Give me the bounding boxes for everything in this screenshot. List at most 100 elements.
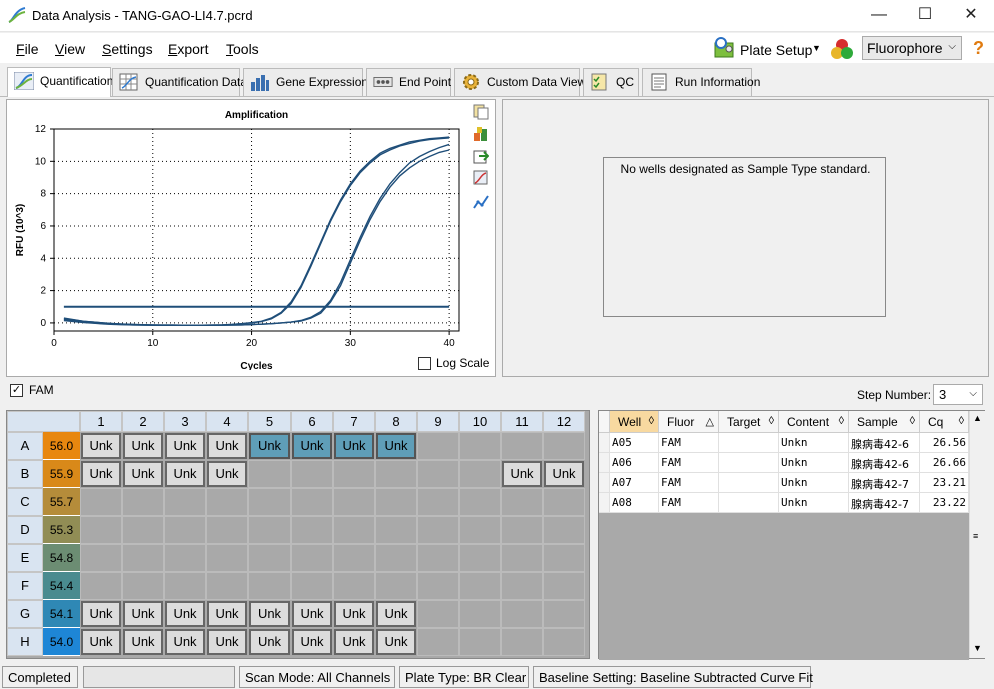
sort-icon[interactable]: △ <box>706 415 714 428</box>
plate-well-empty[interactable] <box>543 600 585 628</box>
plate-well-empty[interactable] <box>333 572 375 600</box>
plate-well[interactable]: Unk <box>334 601 374 627</box>
tab-quantification-data[interactable]: Quantification Data <box>112 68 247 96</box>
sort-icon[interactable]: ◊ <box>769 415 774 427</box>
tab-qc[interactable]: QC <box>583 68 639 96</box>
plate-well[interactable]: Unk <box>334 629 374 655</box>
export-icon[interactable] <box>473 148 489 164</box>
column-header[interactable]: 8 <box>375 411 417 432</box>
column-header[interactable]: 12 <box>543 411 585 432</box>
menu-view[interactable]: View <box>55 41 85 57</box>
plate-well-empty[interactable] <box>543 628 585 656</box>
row-selector[interactable] <box>599 493 610 513</box>
plate-well[interactable]: Unk <box>123 433 163 459</box>
tab-run-information[interactable]: Run Information <box>642 68 760 96</box>
plate-well-empty[interactable] <box>501 572 543 600</box>
plate-well[interactable]: Unk <box>123 629 163 655</box>
plate-well[interactable]: Unk <box>249 601 290 627</box>
plate-well-empty[interactable] <box>248 516 291 544</box>
log-scale-toggle[interactable]: Log Scale <box>418 356 489 370</box>
plate-well-empty[interactable] <box>291 488 333 516</box>
plate-well-empty[interactable] <box>206 488 248 516</box>
plate-well[interactable]: Unk <box>292 601 332 627</box>
tab-quantification[interactable]: Quantification <box>7 67 113 97</box>
plate-well-empty[interactable] <box>375 572 417 600</box>
copy-icon[interactable] <box>473 104 489 120</box>
row-header[interactable]: E <box>7 544 43 572</box>
plate-well-empty[interactable] <box>206 544 248 572</box>
table-cell[interactable]: FAM <box>659 473 719 493</box>
plate-well-empty[interactable] <box>80 572 122 600</box>
row-selector[interactable] <box>599 433 610 453</box>
table-cell[interactable]: 腺病毒42-7 <box>849 493 920 513</box>
plate-well-empty[interactable] <box>459 628 501 656</box>
plate-well-empty[interactable] <box>459 488 501 516</box>
plate-well-empty[interactable] <box>206 516 248 544</box>
plate-well-empty[interactable] <box>459 460 501 488</box>
menu-settings[interactable]: Settings <box>102 41 153 57</box>
plate-well-empty[interactable] <box>80 488 122 516</box>
scroll-thumb-icon[interactable]: ≡ <box>973 531 978 541</box>
table-cell[interactable]: Unkn <box>779 473 849 493</box>
plate-well-empty[interactable] <box>543 432 585 460</box>
close-button[interactable]: ✕ <box>948 0 994 31</box>
plate-well[interactable]: Unk <box>207 433 247 459</box>
sort-icon[interactable]: ◊ <box>649 415 654 427</box>
plate-well-empty[interactable] <box>417 628 459 656</box>
table-cell[interactable]: Unkn <box>779 453 849 473</box>
table-cell[interactable]: FAM <box>659 493 719 513</box>
plate-well-empty[interactable] <box>333 460 375 488</box>
table-cell[interactable]: 26.66 <box>920 453 969 473</box>
plate-well[interactable]: Unk <box>376 601 416 627</box>
plate-well-empty[interactable] <box>459 432 501 460</box>
plate-well-empty[interactable] <box>291 516 333 544</box>
table-cell[interactable]: A08 <box>610 493 659 513</box>
row-header[interactable]: F <box>7 572 43 600</box>
row-header[interactable]: D <box>7 516 43 544</box>
maximize-button[interactable]: ☐ <box>902 0 948 31</box>
column-header[interactable]: 2 <box>122 411 164 432</box>
table-cell[interactable]: A06 <box>610 453 659 473</box>
row-selector[interactable] <box>599 473 610 493</box>
plate-well-empty[interactable] <box>417 460 459 488</box>
plate-well[interactable]: Unk <box>292 629 332 655</box>
plate-view[interactable]: 1 2 3 4 5 6 7 8 9 10 11 12 A 56.0 Unk Unk Unk Unk Unk Unk Un… <box>6 410 590 659</box>
plate-well-empty[interactable] <box>164 516 206 544</box>
table-cell[interactable]: Unkn <box>779 433 849 453</box>
plate-well-empty[interactable] <box>501 628 543 656</box>
menu-export[interactable]: Export <box>168 41 208 57</box>
table-cell[interactable]: 26.56 <box>920 433 969 453</box>
table-cell[interactable]: 23.21 <box>920 473 969 493</box>
tab-end-point[interactable]: End Point <box>366 68 451 96</box>
column-header[interactable]: 6 <box>291 411 333 432</box>
table-cell[interactable]: FAM <box>659 453 719 473</box>
amplification-chart[interactable]: Amplification 0 10 20 30 40 0 2 4 6 8 10 12 Cycles RFU… <box>7 100 477 370</box>
plate-well-empty[interactable] <box>333 516 375 544</box>
plate-well[interactable]: Unk <box>81 461 121 487</box>
plate-well-empty[interactable] <box>501 488 543 516</box>
column-header[interactable]: 3 <box>164 411 206 432</box>
plate-well-empty[interactable] <box>543 488 585 516</box>
step-number-select[interactable]: 3 ⌵ <box>933 384 983 405</box>
plate-well-empty[interactable] <box>501 516 543 544</box>
curve-options-icon[interactable] <box>473 194 489 210</box>
plate-well[interactable]: Unk <box>207 629 247 655</box>
table-cell[interactable]: 腺病毒42-6 <box>849 433 920 453</box>
plate-well-empty[interactable] <box>543 572 585 600</box>
plate-corner[interactable] <box>7 411 80 432</box>
scroll-down-icon[interactable]: ▼ <box>973 643 982 653</box>
plate-well-empty[interactable] <box>248 544 291 572</box>
column-header[interactable]: 10 <box>459 411 501 432</box>
plate-well-empty[interactable] <box>375 516 417 544</box>
plate-well-empty[interactable] <box>248 572 291 600</box>
plate-well[interactable]: Unk <box>376 433 416 459</box>
plate-well-empty[interactable] <box>164 572 206 600</box>
plate-well-empty[interactable] <box>501 432 543 460</box>
plate-well-empty[interactable] <box>459 516 501 544</box>
plate-well-empty[interactable] <box>206 572 248 600</box>
table-cell[interactable] <box>719 453 779 473</box>
plate-well-empty[interactable] <box>417 572 459 600</box>
plate-well-empty[interactable] <box>333 488 375 516</box>
row-header[interactable]: C <box>7 488 43 516</box>
plate-well[interactable]: Unk <box>292 433 332 459</box>
